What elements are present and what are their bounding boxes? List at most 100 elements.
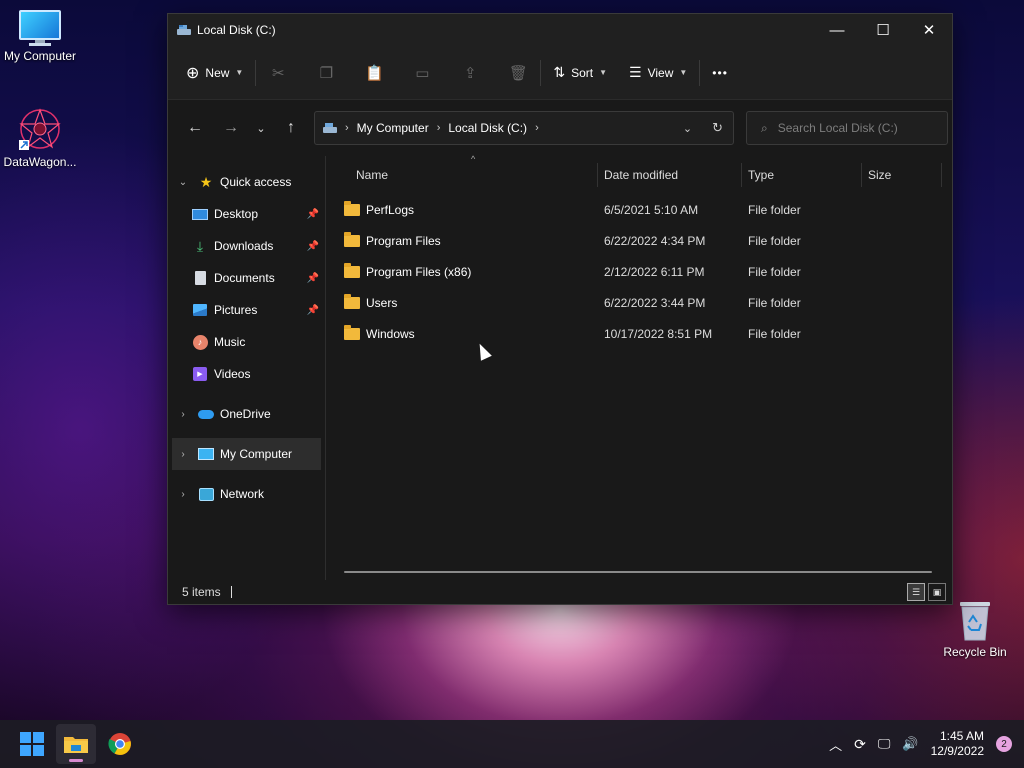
breadcrumb-separator-icon: ›: [345, 122, 349, 134]
navigation-pane: ⌄ ★ Quick access Desktop 📌 ⤓ Downloads 📌…: [168, 156, 326, 580]
file-date: 6/5/2021 5:10 AM: [604, 202, 699, 217]
nav-music[interactable]: ♪ Music: [168, 326, 325, 358]
desktop-icon-recycle-bin[interactable]: Recycle Bin: [935, 598, 1015, 659]
pin-icon: 📌: [306, 240, 319, 252]
folder-icon: [344, 262, 360, 278]
ellipsis-icon: •••: [712, 65, 728, 80]
file-type: File folder: [748, 202, 801, 217]
nav-label: Downloads: [214, 239, 274, 253]
recent-locations-button[interactable]: ⌄: [246, 113, 276, 143]
drive-icon: [177, 25, 191, 35]
folder-icon: [344, 293, 360, 309]
cut-icon[interactable]: ✂: [268, 63, 288, 83]
close-button[interactable]: ✕: [906, 15, 952, 45]
desktop-icon-label: Recycle Bin: [943, 645, 1007, 659]
breadcrumb-separator-icon[interactable]: ›: [437, 122, 441, 134]
nav-my-computer[interactable]: › My Computer: [172, 438, 321, 470]
file-name: Users: [366, 295, 398, 310]
table-row[interactable]: Program Files 6/22/2022 4:34 PM File fol…: [326, 225, 952, 256]
address-history-chevron-icon[interactable]: ⌄: [683, 122, 692, 135]
taskbar-file-explorer[interactable]: [56, 724, 96, 764]
file-type: File folder: [748, 295, 801, 310]
new-label: New: [205, 65, 230, 80]
nav-label: Music: [214, 335, 246, 349]
details-view-icon[interactable]: ☰: [907, 583, 925, 601]
nav-network[interactable]: › Network: [168, 478, 325, 510]
maximize-button[interactable]: ☐: [860, 15, 906, 45]
sync-icon[interactable]: ⟳: [854, 736, 866, 753]
window-title: Local Disk (C:): [197, 23, 276, 37]
chrome-icon: [108, 733, 131, 755]
column-header-date[interactable]: Date modified: [598, 163, 742, 187]
column-header-size[interactable]: Size: [862, 163, 942, 187]
drive-icon: [323, 123, 337, 133]
share-icon[interactable]: ⇪: [460, 63, 480, 83]
file-name: Program Files (x86): [366, 264, 472, 279]
nav-quick-access[interactable]: ⌄ ★ Quick access: [168, 166, 325, 198]
file-date: 6/22/2022 3:44 PM: [604, 295, 706, 310]
expand-chevron-icon[interactable]: ›: [176, 489, 190, 500]
paste-icon[interactable]: 📋: [364, 63, 384, 83]
search-box[interactable]: ⌕: [746, 111, 948, 145]
start-button[interactable]: [12, 724, 52, 764]
horizontal-scrollbar[interactable]: [344, 571, 932, 573]
folder-icon: [344, 200, 360, 216]
notification-badge[interactable]: 2: [996, 736, 1012, 752]
breadcrumb-my-computer[interactable]: My Computer: [357, 121, 429, 135]
nav-label: My Computer: [220, 447, 293, 461]
desktop-icon-label: DataWagon...: [3, 155, 77, 169]
desktop-icon-datawagon[interactable]: DataWagon...: [0, 106, 80, 169]
large-icons-view-icon[interactable]: ▣: [928, 583, 946, 601]
video-icon: ▶: [192, 366, 208, 382]
file-name: Windows: [366, 326, 415, 341]
nav-pictures[interactable]: Pictures 📌: [168, 294, 325, 326]
expand-chevron-icon[interactable]: ›: [176, 409, 190, 420]
back-button[interactable]: ←: [180, 113, 210, 143]
nav-label: Desktop: [214, 207, 259, 221]
expand-chevron-icon[interactable]: ⌄: [176, 177, 190, 188]
rename-icon[interactable]: ▭: [412, 63, 432, 83]
column-header-name[interactable]: Name: [326, 163, 598, 187]
file-type: File folder: [748, 233, 801, 248]
sort-button[interactable]: ⇅ Sort ▼: [553, 64, 607, 81]
breadcrumb-separator-icon[interactable]: ›: [535, 122, 539, 134]
delete-icon[interactable]: 🗑: [508, 63, 528, 83]
more-options-button[interactable]: •••: [712, 66, 728, 80]
taskbar-chrome[interactable]: [100, 724, 140, 764]
nav-label: Quick access: [220, 175, 292, 189]
expand-chevron-icon[interactable]: ›: [176, 449, 190, 460]
desktop-icon-my-computer[interactable]: My Computer: [0, 10, 80, 63]
table-row[interactable]: PerfLogs 6/5/2021 5:10 AM File folder: [326, 194, 952, 225]
nav-videos[interactable]: ▶ Videos: [168, 358, 325, 390]
breadcrumb-local-disk[interactable]: Local Disk (C:): [448, 121, 527, 135]
refresh-icon[interactable]: ↻: [712, 120, 723, 136]
pictures-icon: [192, 302, 208, 318]
nav-label: OneDrive: [220, 407, 271, 421]
show-hidden-icons-chevron-icon[interactable]: ︿: [829, 735, 842, 754]
new-button[interactable]: ⊕ New ▼: [186, 63, 243, 83]
minimize-button[interactable]: —: [814, 15, 860, 45]
nav-onedrive[interactable]: › OneDrive: [168, 398, 325, 430]
title-bar[interactable]: Local Disk (C:) — ☐ ✕: [168, 14, 952, 46]
copy-icon[interactable]: ❐: [316, 63, 336, 83]
nav-documents[interactable]: Documents 📌: [168, 262, 325, 294]
nav-downloads[interactable]: ⤓ Downloads 📌: [168, 230, 325, 262]
desktop-icon: [192, 206, 208, 222]
column-header-type[interactable]: Type: [742, 163, 862, 187]
forward-button[interactable]: →: [216, 113, 246, 143]
clock[interactable]: 1:45 AM 12/9/2022: [931, 729, 984, 759]
table-row[interactable]: Windows 10/17/2022 8:51 PM File folder: [326, 318, 952, 349]
item-count: 5 items: [182, 585, 221, 599]
volume-icon[interactable]: 🔊: [902, 736, 918, 752]
network-status-icon[interactable]: 🖵: [878, 736, 891, 752]
view-button[interactable]: ☰ View ▼: [629, 64, 687, 81]
search-input[interactable]: [777, 121, 928, 135]
folder-icon: [344, 231, 360, 247]
nav-desktop[interactable]: Desktop 📌: [168, 198, 325, 230]
address-bar[interactable]: › My Computer › Local Disk (C:) › ⌄ ↻: [314, 111, 734, 145]
table-row[interactable]: Users 6/22/2022 3:44 PM File folder: [326, 287, 952, 318]
pin-icon: 📌: [306, 272, 319, 284]
file-date: 2/12/2022 6:11 PM: [604, 264, 705, 279]
table-row[interactable]: Program Files (x86) 2/12/2022 6:11 PM Fi…: [326, 256, 952, 287]
up-button[interactable]: ↑: [276, 113, 306, 143]
